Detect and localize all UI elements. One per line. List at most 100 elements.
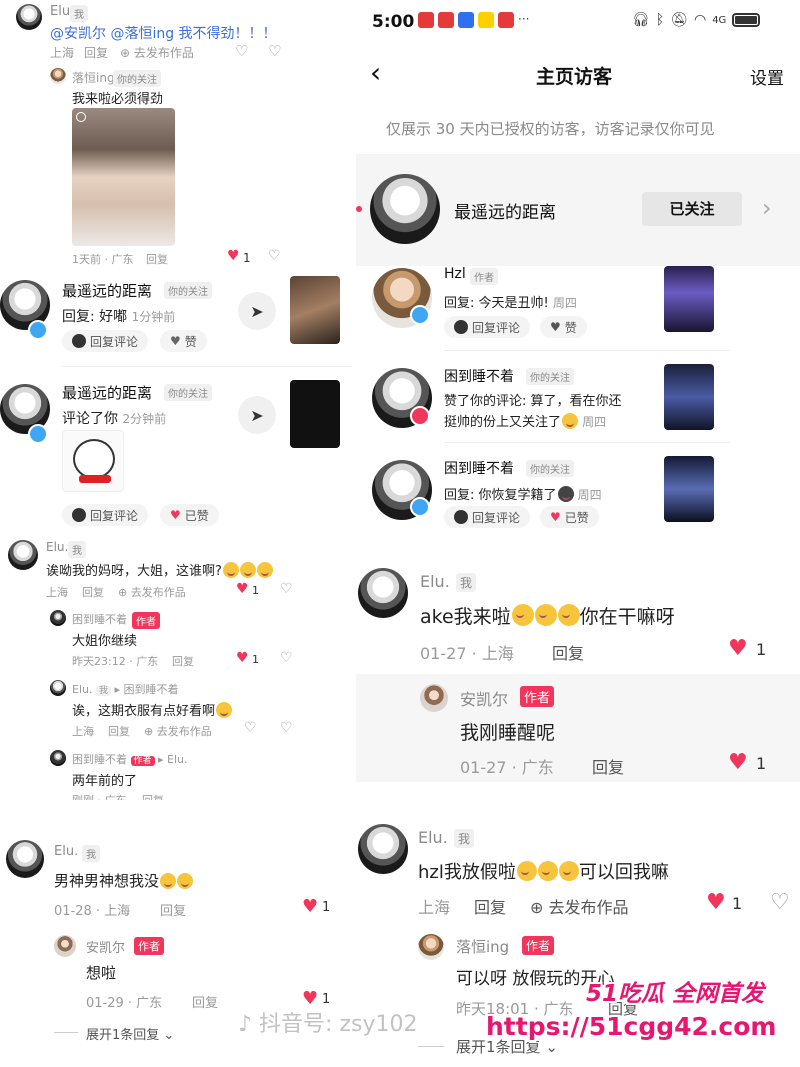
heart-outline-icon[interactable]: ♡ [235, 42, 248, 60]
publish-button[interactable]: ⊕ 去发布作品 [530, 894, 629, 918]
avatar[interactable] [50, 680, 66, 696]
reply-button[interactable]: 回复 [142, 792, 164, 800]
comment-username[interactable]: Elu. [420, 572, 450, 591]
publish-button[interactable]: ⊕ 去发布作品 [144, 723, 212, 739]
publish-button[interactable]: ⊕ 去发布作品 [118, 584, 186, 600]
dislike-icon[interactable]: ♡ [280, 650, 293, 666]
reply-text: 我来啦必须得劲 [72, 92, 164, 107]
reply-comment-button[interactable]: 回复评论 [62, 504, 149, 526]
video-thumbnail[interactable] [290, 380, 340, 448]
avatar[interactable] [54, 935, 76, 957]
dislike-icon[interactable]: ♡ [268, 42, 281, 60]
notification-text: 回复: 今天是丑帅! 周四 [444, 296, 577, 311]
reply-button[interactable]: 回复 [146, 251, 168, 267]
avatar[interactable] [6, 840, 44, 878]
reply-comment-button[interactable]: 回复评论 [444, 316, 531, 338]
avatar[interactable] [418, 934, 444, 960]
reply-button[interactable]: 回复 [108, 723, 130, 739]
visitor-name[interactable]: 最遥远的距离 [454, 198, 556, 223]
notification-username[interactable]: Hzl [444, 266, 466, 282]
notification-username[interactable]: 困到睡不着 [444, 458, 514, 478]
reply-username[interactable]: 落恒ing [72, 69, 115, 86]
comment-username[interactable]: Elu. [46, 540, 68, 554]
publish-button[interactable]: ⊕ 去发布作品 [120, 44, 194, 61]
share-button[interactable]: ➤ [238, 396, 276, 434]
followed-button[interactable]: 已关注 [642, 192, 742, 226]
avatar[interactable] [16, 4, 42, 30]
notification-username[interactable]: 最遥远的距离 [62, 382, 152, 403]
back-button[interactable]: ‹ [370, 56, 381, 89]
heart-filled-icon[interactable]: ♥ [236, 650, 249, 666]
share-button[interactable]: ➤ [238, 292, 276, 330]
sticker-image[interactable] [62, 430, 124, 492]
notification-username[interactable]: 困到睡不着 [444, 366, 514, 386]
avatar[interactable] [358, 824, 408, 874]
heart-filled-icon[interactable]: ♥ [227, 248, 240, 264]
dislike-icon[interactable]: ♡ [268, 248, 281, 264]
sticker-face-icon [73, 439, 115, 479]
page-title: 主页访客 [536, 66, 613, 88]
dislike-icon[interactable]: ♡ [280, 581, 293, 597]
dislike-icon[interactable]: ♡ [280, 720, 293, 736]
settings-button[interactable]: 设置 [750, 64, 784, 89]
reply-username[interactable]: 安凯尔 [86, 937, 125, 956]
self-tag: 我 [456, 573, 477, 592]
red-dot-icon [356, 206, 362, 212]
reply-button[interactable]: 回复 [592, 754, 624, 778]
reply-comment-button[interactable]: 回复评论 [62, 330, 149, 352]
heart-outline-icon[interactable]: ♡ [244, 720, 257, 736]
liked-button[interactable]: ♥ 已赞 [540, 506, 599, 528]
reply-username[interactable]: 落恒ing [456, 936, 509, 957]
comment-username[interactable]: Elu. [418, 828, 448, 847]
app-icon [438, 12, 454, 28]
reply-comment-button[interactable]: 回复评论 [444, 506, 531, 528]
reply-username[interactable]: 困到睡不着 [72, 611, 127, 627]
reply-username[interactable]: 安凯尔 [460, 686, 508, 710]
liked-button[interactable]: ♥ 已赞 [160, 504, 219, 526]
video-thumbnail[interactable] [664, 364, 714, 430]
reply-button[interactable]: 回复 [474, 894, 506, 918]
avatar[interactable] [50, 610, 66, 626]
avatar[interactable] [50, 750, 66, 766]
heart-filled-icon[interactable]: ♥ [236, 581, 249, 597]
visitor-card[interactable]: 最遥远的距离 已关注 › [356, 154, 800, 266]
reply-image[interactable] [72, 108, 175, 246]
dislike-icon[interactable]: ♡ [770, 890, 790, 915]
smirk-emoji-icon [256, 562, 273, 578]
visitor-avatar[interactable] [370, 174, 440, 244]
heart-filled-icon[interactable]: ♥ [728, 636, 748, 661]
live-photo-icon [76, 112, 86, 122]
reply-button[interactable]: 回复 [192, 992, 218, 1011]
avatar[interactable] [420, 684, 448, 712]
like-button[interactable]: ♥ 赞 [160, 330, 207, 352]
site-watermark-cn: 51吃瓜 全网首发 [586, 981, 765, 1007]
reply-button[interactable]: 回复 [172, 653, 194, 669]
signal-label: 4G [712, 14, 727, 26]
following-tag: 你的关注 [526, 368, 574, 385]
notification-username[interactable]: 最遥远的距离 [62, 280, 152, 301]
avatar-mini-icon [72, 334, 86, 348]
like-count: 1 [243, 251, 251, 265]
reply-button[interactable]: 回复 [84, 44, 108, 61]
comment-username[interactable]: Elu. [54, 844, 78, 859]
heart-filled-icon[interactable]: ♥ [706, 890, 726, 915]
heart-filled-icon[interactable]: ♥ [302, 896, 318, 917]
reply-button[interactable]: 回复 [552, 640, 584, 664]
reply-username[interactable]: 困到睡不着 作者 ▸ Elu. [72, 751, 188, 767]
reply-button[interactable]: 回复 [160, 900, 186, 919]
video-thumbnail[interactable] [664, 456, 714, 522]
avatar[interactable] [8, 540, 38, 570]
reply-button[interactable]: 回复 [82, 584, 104, 600]
heart-filled-icon[interactable]: ♥ [728, 750, 748, 775]
reply-username[interactable]: Elu. 我 ▸ 困到睡不着 [72, 681, 179, 697]
comment-text: 男神男神想我没 [54, 870, 194, 891]
reply-meta: 01-27 · 广东 [460, 758, 554, 777]
avatar[interactable] [50, 68, 66, 84]
video-thumbnail[interactable] [664, 266, 714, 332]
avatar[interactable] [358, 568, 408, 618]
video-thumbnail[interactable] [290, 276, 340, 344]
chevron-right-icon[interactable]: › [762, 194, 772, 222]
expand-replies-button[interactable]: 展开1条回复 ⌄ [86, 1024, 174, 1043]
laugh-emoji-icon [160, 873, 177, 889]
like-button[interactable]: ♥ 赞 [540, 316, 587, 338]
